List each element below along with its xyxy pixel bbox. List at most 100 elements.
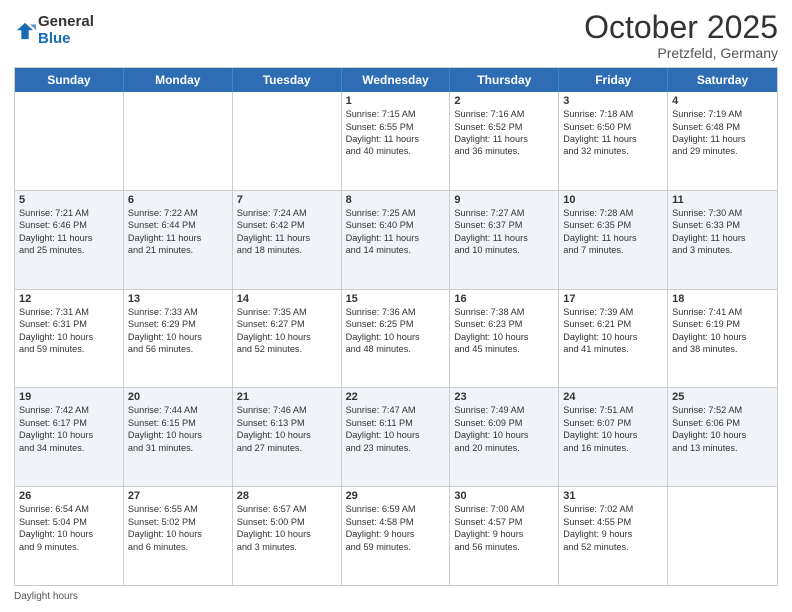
day-number: 26: [19, 490, 119, 502]
calendar-day-4: 4Sunrise: 7:19 AM Sunset: 6:48 PM Daylig…: [668, 92, 777, 190]
day-info: Sunrise: 7:24 AM Sunset: 6:42 PM Dayligh…: [237, 207, 337, 257]
header-day-thursday: Thursday: [450, 68, 559, 92]
day-number: 3: [563, 95, 663, 107]
day-number: 12: [19, 293, 119, 305]
calendar-body: 1Sunrise: 7:15 AM Sunset: 6:55 PM Daylig…: [15, 92, 777, 585]
day-number: 2: [454, 95, 554, 107]
day-number: 16: [454, 293, 554, 305]
calendar-day-27: 27Sunrise: 6:55 AM Sunset: 5:02 PM Dayli…: [124, 487, 233, 585]
day-info: Sunrise: 7:31 AM Sunset: 6:31 PM Dayligh…: [19, 306, 119, 356]
calendar-day-5: 5Sunrise: 7:21 AM Sunset: 6:46 PM Daylig…: [15, 191, 124, 289]
day-number: 22: [346, 391, 446, 403]
day-info: Sunrise: 7:46 AM Sunset: 6:13 PM Dayligh…: [237, 404, 337, 454]
day-info: Sunrise: 7:02 AM Sunset: 4:55 PM Dayligh…: [563, 503, 663, 553]
calendar-day-8: 8Sunrise: 7:25 AM Sunset: 6:40 PM Daylig…: [342, 191, 451, 289]
calendar-day-11: 11Sunrise: 7:30 AM Sunset: 6:33 PM Dayli…: [668, 191, 777, 289]
day-number: 29: [346, 490, 446, 502]
day-info: Sunrise: 6:57 AM Sunset: 5:00 PM Dayligh…: [237, 503, 337, 553]
calendar-week-3: 19Sunrise: 7:42 AM Sunset: 6:17 PM Dayli…: [15, 387, 777, 486]
day-number: 18: [672, 293, 773, 305]
day-info: Sunrise: 7:35 AM Sunset: 6:27 PM Dayligh…: [237, 306, 337, 356]
header-day-tuesday: Tuesday: [233, 68, 342, 92]
calendar-day-2: 2Sunrise: 7:16 AM Sunset: 6:52 PM Daylig…: [450, 92, 559, 190]
month-title: October 2025: [584, 10, 778, 45]
day-info: Sunrise: 7:18 AM Sunset: 6:50 PM Dayligh…: [563, 108, 663, 158]
page: General Blue October 2025 Pretzfeld, Ger…: [0, 0, 792, 612]
day-number: 31: [563, 490, 663, 502]
calendar-day-10: 10Sunrise: 7:28 AM Sunset: 6:35 PM Dayli…: [559, 191, 668, 289]
day-info: Sunrise: 7:21 AM Sunset: 6:46 PM Dayligh…: [19, 207, 119, 257]
day-number: 8: [346, 194, 446, 206]
day-number: 13: [128, 293, 228, 305]
calendar-day-19: 19Sunrise: 7:42 AM Sunset: 6:17 PM Dayli…: [15, 388, 124, 486]
calendar-day-17: 17Sunrise: 7:39 AM Sunset: 6:21 PM Dayli…: [559, 290, 668, 388]
empty-cell-0-2: [233, 92, 342, 190]
day-number: 19: [19, 391, 119, 403]
calendar-header: SundayMondayTuesdayWednesdayThursdayFrid…: [15, 68, 777, 92]
empty-cell-4-6: [668, 487, 777, 585]
day-info: Sunrise: 7:19 AM Sunset: 6:48 PM Dayligh…: [672, 108, 773, 158]
day-info: Sunrise: 7:22 AM Sunset: 6:44 PM Dayligh…: [128, 207, 228, 257]
day-number: 5: [19, 194, 119, 206]
calendar-day-31: 31Sunrise: 7:02 AM Sunset: 4:55 PM Dayli…: [559, 487, 668, 585]
day-info: Sunrise: 7:44 AM Sunset: 6:15 PM Dayligh…: [128, 404, 228, 454]
empty-cell-0-0: [15, 92, 124, 190]
calendar: SundayMondayTuesdayWednesdayThursdayFrid…: [14, 67, 778, 586]
day-info: Sunrise: 7:33 AM Sunset: 6:29 PM Dayligh…: [128, 306, 228, 356]
calendar-day-6: 6Sunrise: 7:22 AM Sunset: 6:44 PM Daylig…: [124, 191, 233, 289]
calendar-day-15: 15Sunrise: 7:36 AM Sunset: 6:25 PM Dayli…: [342, 290, 451, 388]
header-day-friday: Friday: [559, 68, 668, 92]
calendar-day-14: 14Sunrise: 7:35 AM Sunset: 6:27 PM Dayli…: [233, 290, 342, 388]
calendar-day-22: 22Sunrise: 7:47 AM Sunset: 6:11 PM Dayli…: [342, 388, 451, 486]
location: Pretzfeld, Germany: [584, 45, 778, 61]
day-info: Sunrise: 7:39 AM Sunset: 6:21 PM Dayligh…: [563, 306, 663, 356]
calendar-day-29: 29Sunrise: 6:59 AM Sunset: 4:58 PM Dayli…: [342, 487, 451, 585]
day-number: 20: [128, 391, 228, 403]
calendar-day-28: 28Sunrise: 6:57 AM Sunset: 5:00 PM Dayli…: [233, 487, 342, 585]
calendar-day-24: 24Sunrise: 7:51 AM Sunset: 6:07 PM Dayli…: [559, 388, 668, 486]
day-info: Sunrise: 7:49 AM Sunset: 6:09 PM Dayligh…: [454, 404, 554, 454]
calendar-week-4: 26Sunrise: 6:54 AM Sunset: 5:04 PM Dayli…: [15, 486, 777, 585]
day-number: 24: [563, 391, 663, 403]
day-number: 10: [563, 194, 663, 206]
day-info: Sunrise: 7:25 AM Sunset: 6:40 PM Dayligh…: [346, 207, 446, 257]
calendar-day-30: 30Sunrise: 7:00 AM Sunset: 4:57 PM Dayli…: [450, 487, 559, 585]
day-number: 9: [454, 194, 554, 206]
day-number: 7: [237, 194, 337, 206]
daylight-hours-label: Daylight hours: [14, 591, 78, 602]
day-info: Sunrise: 7:16 AM Sunset: 6:52 PM Dayligh…: [454, 108, 554, 158]
day-info: Sunrise: 7:47 AM Sunset: 6:11 PM Dayligh…: [346, 404, 446, 454]
day-number: 25: [672, 391, 773, 403]
day-number: 17: [563, 293, 663, 305]
day-info: Sunrise: 7:36 AM Sunset: 6:25 PM Dayligh…: [346, 306, 446, 356]
day-number: 6: [128, 194, 228, 206]
calendar-day-3: 3Sunrise: 7:18 AM Sunset: 6:50 PM Daylig…: [559, 92, 668, 190]
empty-cell-0-1: [124, 92, 233, 190]
calendar-week-0: 1Sunrise: 7:15 AM Sunset: 6:55 PM Daylig…: [15, 92, 777, 190]
calendar-day-26: 26Sunrise: 6:54 AM Sunset: 5:04 PM Dayli…: [15, 487, 124, 585]
day-number: 21: [237, 391, 337, 403]
calendar-day-20: 20Sunrise: 7:44 AM Sunset: 6:15 PM Dayli…: [124, 388, 233, 486]
day-info: Sunrise: 7:28 AM Sunset: 6:35 PM Dayligh…: [563, 207, 663, 257]
day-info: Sunrise: 7:41 AM Sunset: 6:19 PM Dayligh…: [672, 306, 773, 356]
day-number: 23: [454, 391, 554, 403]
calendar-day-13: 13Sunrise: 7:33 AM Sunset: 6:29 PM Dayli…: [124, 290, 233, 388]
day-info: Sunrise: 7:52 AM Sunset: 6:06 PM Dayligh…: [672, 404, 773, 454]
day-info: Sunrise: 7:38 AM Sunset: 6:23 PM Dayligh…: [454, 306, 554, 356]
day-info: Sunrise: 7:42 AM Sunset: 6:17 PM Dayligh…: [19, 404, 119, 454]
logo-general-text: General: [38, 14, 94, 31]
calendar-day-7: 7Sunrise: 7:24 AM Sunset: 6:42 PM Daylig…: [233, 191, 342, 289]
logo-blue-text: Blue: [38, 31, 94, 48]
calendar-day-21: 21Sunrise: 7:46 AM Sunset: 6:13 PM Dayli…: [233, 388, 342, 486]
calendar-day-16: 16Sunrise: 7:38 AM Sunset: 6:23 PM Dayli…: [450, 290, 559, 388]
day-info: Sunrise: 7:30 AM Sunset: 6:33 PM Dayligh…: [672, 207, 773, 257]
day-info: Sunrise: 6:59 AM Sunset: 4:58 PM Dayligh…: [346, 503, 446, 553]
day-number: 14: [237, 293, 337, 305]
day-info: Sunrise: 7:51 AM Sunset: 6:07 PM Dayligh…: [563, 404, 663, 454]
calendar-day-25: 25Sunrise: 7:52 AM Sunset: 6:06 PM Dayli…: [668, 388, 777, 486]
calendar-day-12: 12Sunrise: 7:31 AM Sunset: 6:31 PM Dayli…: [15, 290, 124, 388]
day-number: 15: [346, 293, 446, 305]
calendar-day-18: 18Sunrise: 7:41 AM Sunset: 6:19 PM Dayli…: [668, 290, 777, 388]
logo-icon: [14, 20, 36, 42]
day-number: 30: [454, 490, 554, 502]
